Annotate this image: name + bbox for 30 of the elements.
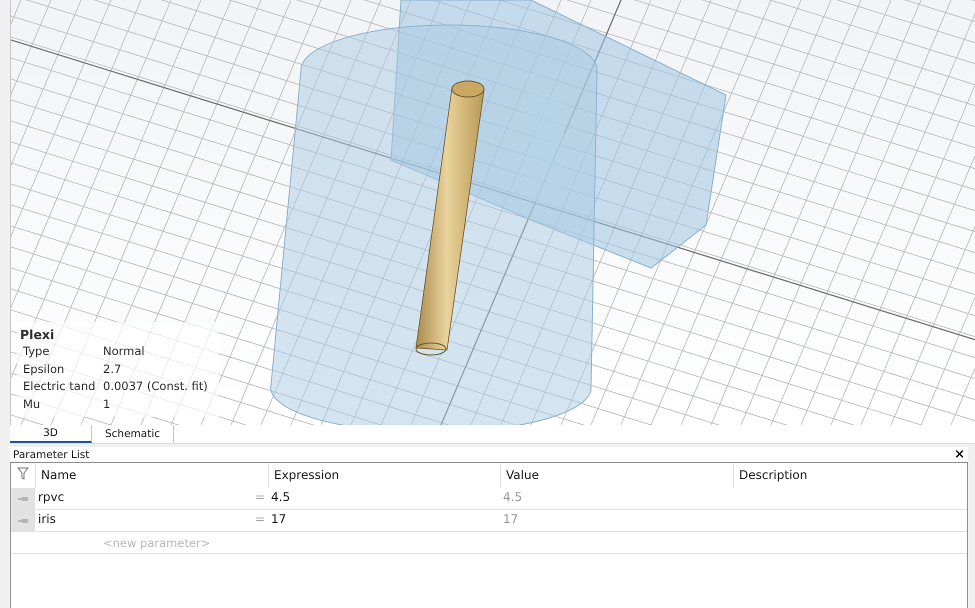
row-handle[interactable] (11, 488, 35, 509)
row-handle[interactable] (11, 510, 35, 531)
property-label: Type (23, 343, 50, 360)
column-header[interactable]: Description (733, 463, 967, 488)
equals-sign: = (254, 490, 265, 506)
property-label: Electric tand (23, 378, 96, 395)
parameter-value: 17 (502, 511, 520, 528)
parameter-expression: 4.5 (270, 489, 292, 506)
property-value: Normal (103, 343, 145, 360)
view-tab[interactable]: 3D (10, 425, 92, 443)
parameter-value: 4.5 (502, 489, 524, 506)
close-button[interactable]: × (951, 448, 968, 462)
row-handle-icon (18, 518, 28, 524)
material-name: Plexi (20, 326, 56, 343)
parameter-expression: 17 (270, 511, 288, 528)
property-label: Epsilon (23, 360, 66, 378)
equals-sign: = (254, 512, 265, 528)
parameter-name: iris (38, 512, 56, 528)
row-handle-icon (18, 496, 28, 502)
property-value: 0.0037 (Const. fit) (103, 378, 208, 395)
3d-viewport[interactable]: Plexi Type Normal Epsilon 2.7 Electric tand 0.0037 (Const. fit) Mu 1 (10, 0, 975, 425)
filter-icon (17, 467, 29, 480)
column-header[interactable]: Value (500, 463, 733, 488)
parameter-name: rpvc (38, 490, 64, 506)
column-header[interactable]: Expression (268, 463, 500, 488)
property-value: 2.7 (103, 360, 122, 378)
property-label: Mu (23, 396, 42, 412)
panel-title: Parameter List (13, 448, 90, 460)
column-header[interactable]: Name (35, 463, 268, 488)
property-value: 1 (103, 396, 110, 412)
